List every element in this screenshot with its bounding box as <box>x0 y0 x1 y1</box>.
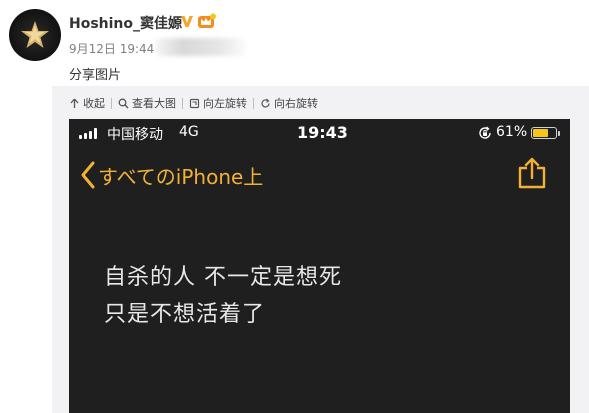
rotate-left-icon <box>189 98 200 108</box>
status-time: 19:43 <box>297 123 348 142</box>
attached-image[interactable]: 中国移动 4G 19:43 61% すべてのiPhone上 自杀的人 不一定是想… <box>69 119 570 413</box>
battery-fill <box>533 129 548 137</box>
toolbar-divider <box>253 97 254 109</box>
view-large-label: 查看大图 <box>132 97 176 110</box>
back-label: すべてのiPhone上 <box>98 165 264 189</box>
vip-crown-icon[interactable] <box>197 13 217 29</box>
view-large-button[interactable]: 查看大图 <box>118 95 176 111</box>
share-icon <box>518 157 546 189</box>
collapse-button[interactable]: 收起 <box>69 95 105 111</box>
collapse-label: 收起 <box>83 97 105 110</box>
chevron-left-icon <box>81 161 95 189</box>
rotate-right-label: 向右旋转 <box>274 97 318 110</box>
carrier-name: 中国移动 <box>107 127 163 143</box>
status-bar: 中国移动 4G 19:43 61% <box>69 119 570 147</box>
battery-tip <box>558 131 560 136</box>
star-logo-icon <box>21 21 49 48</box>
collapse-icon <box>70 98 79 108</box>
battery-icon <box>531 127 557 139</box>
network-type: 4G <box>179 124 199 140</box>
battery-percent: 61% <box>496 124 528 140</box>
toolbar-divider <box>182 97 183 109</box>
toolbar-divider <box>111 97 112 109</box>
note-text-line: 只是不想活着了 <box>104 302 266 327</box>
search-icon <box>118 98 129 108</box>
image-toolbar: 收起 查看大图 向左旋转 向右旋转 <box>69 95 318 111</box>
rotate-left-button[interactable]: 向左旋转 <box>189 95 247 111</box>
post-text: 分享图片 <box>69 68 122 83</box>
rotation-lock-icon <box>479 126 491 139</box>
rotate-right-button[interactable]: 向右旋转 <box>260 95 318 111</box>
rotate-left-label: 向左旋转 <box>203 97 247 110</box>
blurred-source <box>155 38 247 56</box>
username[interactable]: Hoshino_窦佳嫄 <box>69 13 182 33</box>
post-date[interactable]: 9月12日 19:44 <box>69 40 154 57</box>
rotate-right-icon <box>261 98 270 107</box>
signal-bars-icon <box>79 128 97 139</box>
verified-v-icon <box>181 16 193 27</box>
note-text-line: 自杀的人 不一定是想死 <box>104 265 342 290</box>
avatar[interactable] <box>9 9 61 61</box>
